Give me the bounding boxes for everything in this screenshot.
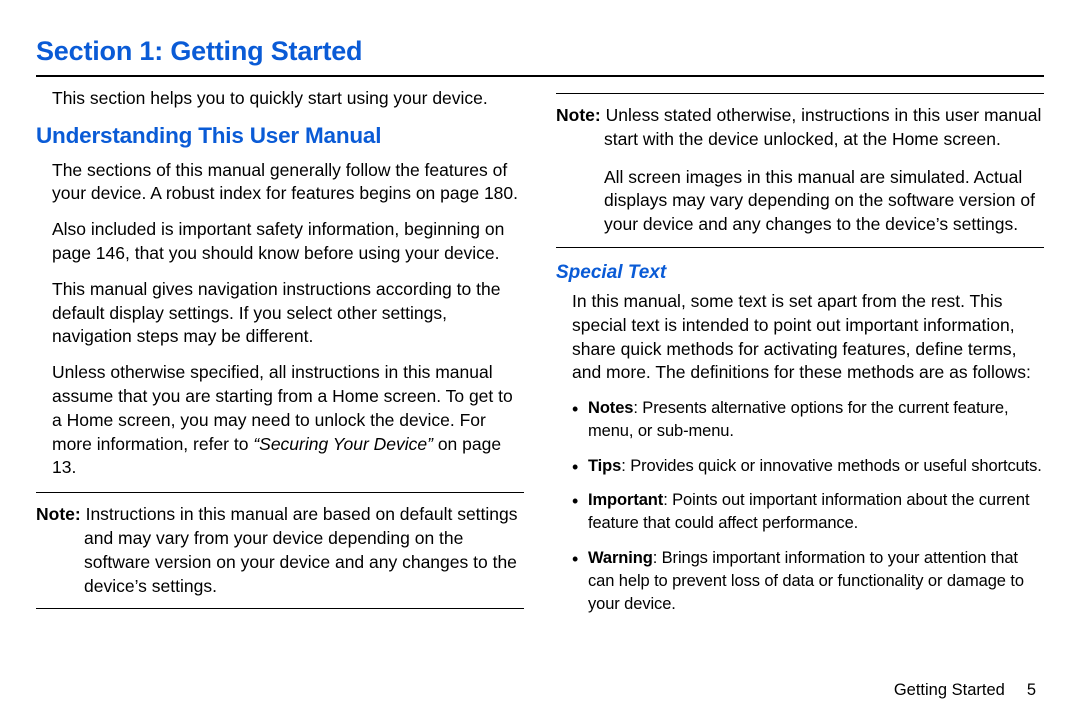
list-item: Notes: Presents alternative options for …: [572, 397, 1044, 443]
understanding-heading: Understanding This User Manual: [36, 123, 524, 149]
term-label: Warning: [588, 549, 653, 567]
section-title: Section 1: Getting Started: [36, 36, 1044, 67]
right-column: Note: Unless stated otherwise, instructi…: [556, 87, 1044, 627]
list-item: Important: Points out important informat…: [572, 489, 1044, 535]
footer-section-label: Getting Started: [894, 681, 1005, 699]
body-paragraph: Also included is important safety inform…: [36, 218, 524, 266]
list-item: Warning: Brings important information to…: [572, 547, 1044, 615]
body-paragraph: Unless otherwise specified, all instruct…: [36, 361, 524, 480]
note-block: Note: Unless stated otherwise, instructi…: [556, 93, 1044, 248]
cross-reference: “Securing Your Device”: [253, 434, 433, 454]
term-definition: : Provides quick or innovative methods o…: [621, 457, 1042, 475]
note-text: Instructions in this manual are based on…: [81, 504, 518, 595]
note-paragraph: Note: Instructions in this manual are ba…: [36, 503, 524, 598]
note-paragraph: All screen images in this manual are sim…: [556, 166, 1044, 237]
note-label: Note:: [556, 105, 601, 125]
bullet-list: Notes: Presents alternative options for …: [556, 397, 1044, 615]
note-block: Note: Instructions in this manual are ba…: [36, 492, 524, 609]
left-column: This section helps you to quickly start …: [36, 87, 524, 627]
term-label: Tips: [588, 457, 621, 475]
note-text: Unless stated otherwise, instructions in…: [601, 105, 1042, 149]
intro-paragraph: This section helps you to quickly start …: [36, 87, 524, 111]
body-paragraph: In this manual, some text is set apart f…: [556, 290, 1044, 385]
term-label: Notes: [588, 399, 633, 417]
body-paragraph: The sections of this manual generally fo…: [36, 159, 524, 207]
special-text-heading: Special Text: [556, 262, 1044, 284]
note-paragraph: Note: Unless stated otherwise, instructi…: [556, 104, 1044, 152]
list-item: Tips: Provides quick or innovative metho…: [572, 455, 1044, 478]
page-number: 5: [1027, 681, 1036, 699]
term-definition: : Brings important information to your a…: [588, 549, 1024, 613]
term-label: Important: [588, 491, 663, 509]
term-definition: : Presents alternative options for the c…: [588, 399, 1008, 440]
two-column-layout: This section helps you to quickly start …: [36, 87, 1044, 627]
horizontal-rule: [36, 75, 1044, 77]
note-label: Note:: [36, 504, 81, 524]
page-footer: Getting Started 5: [894, 681, 1036, 700]
body-paragraph: This manual gives navigation instruction…: [36, 278, 524, 349]
